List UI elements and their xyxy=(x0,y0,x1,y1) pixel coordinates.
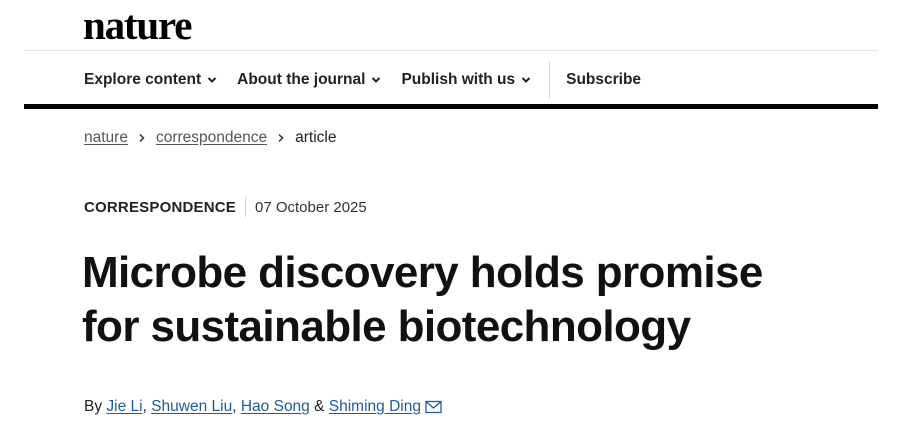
nav-item-label: Explore content xyxy=(84,71,202,88)
article-title-line-2: for sustainable biotechnology xyxy=(82,302,691,351)
author-link[interactable]: Shuwen Liu xyxy=(151,398,232,416)
meta-divider xyxy=(245,197,246,217)
breadcrumb: nature correspondence article xyxy=(84,129,336,147)
chevron-down-icon xyxy=(521,77,531,83)
breadcrumb-current: article xyxy=(295,129,337,146)
header-divider xyxy=(24,50,878,51)
author-link[interactable]: Shiming Ding xyxy=(329,398,421,416)
article-title: Microbe discovery holds promise for sust… xyxy=(82,246,842,354)
author-ampersand: & xyxy=(314,398,325,415)
nav-item-label: About the journal xyxy=(237,71,366,88)
header-bottom-bar xyxy=(24,104,878,109)
article-title-line-1: Microbe discovery holds promise xyxy=(82,248,763,297)
nav-about-journal[interactable]: About the journal xyxy=(237,71,381,89)
mail-icon[interactable] xyxy=(425,400,442,414)
author-separator: , xyxy=(142,398,147,415)
chevron-down-icon xyxy=(372,77,381,83)
author-link[interactable]: Jie Li xyxy=(106,398,142,416)
nav-divider xyxy=(549,61,551,99)
breadcrumb-correspondence[interactable]: correspondence xyxy=(156,129,267,147)
author-separator: , xyxy=(232,398,237,415)
main-nav: Explore content About the journal Publis… xyxy=(84,60,661,100)
author-link[interactable]: Hao Song xyxy=(241,398,310,416)
breadcrumb-nature[interactable]: nature xyxy=(84,129,128,147)
nav-item-label: Publish with us xyxy=(401,71,516,88)
chevron-right-icon xyxy=(278,133,284,143)
article-date: 07 October 2025 xyxy=(255,198,367,216)
nature-logo[interactable]: nature xyxy=(83,2,192,48)
chevron-right-icon xyxy=(139,133,145,143)
article-meta: CORRESPONDENCE 07 October 2025 xyxy=(84,197,367,217)
subscribe-link[interactable]: Subscribe xyxy=(566,71,641,89)
byline-prefix: By xyxy=(84,398,103,415)
nav-explore-content[interactable]: Explore content xyxy=(84,71,217,89)
author-byline: By Jie Li, Shuwen Liu, Hao Song & Shimin… xyxy=(84,398,442,416)
article-type: CORRESPONDENCE xyxy=(84,198,236,216)
nav-publish-with-us[interactable]: Publish with us xyxy=(401,71,531,89)
chevron-down-icon xyxy=(207,77,217,83)
